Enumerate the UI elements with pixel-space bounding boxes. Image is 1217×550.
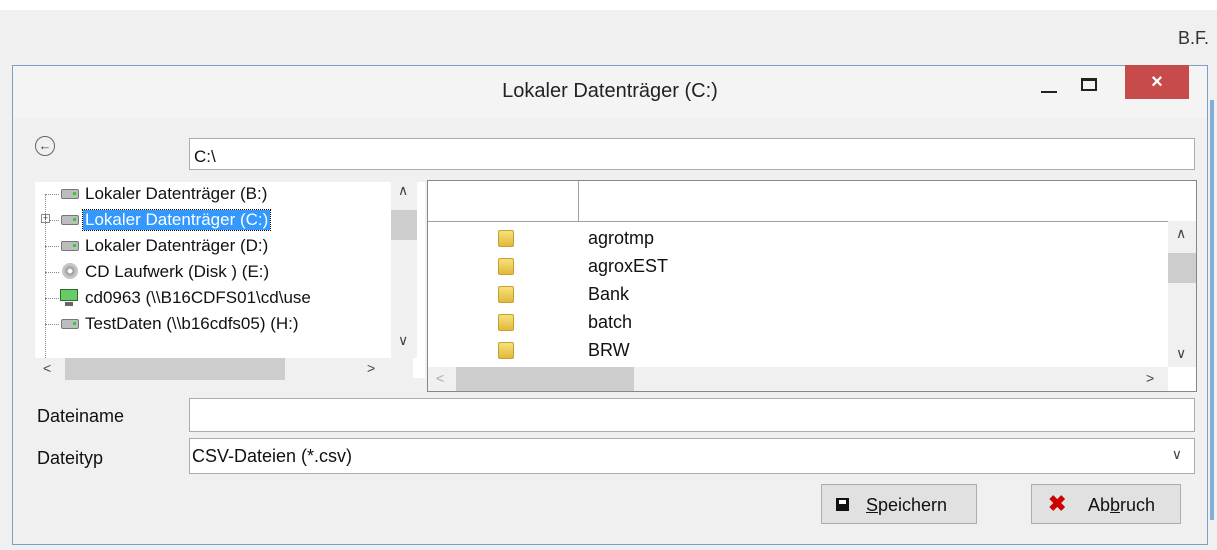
tree-item-drive-c[interactable]: + Lokaler Datenträger (C:) <box>35 208 395 234</box>
floppy-disk-icon <box>836 498 849 511</box>
tree-scroll-thumb[interactable] <box>391 210 417 240</box>
tree-item-drive-d[interactable]: Lokaler Datenträger (D:) <box>35 234 395 260</box>
path-input[interactable]: C:\ <box>189 138 1195 170</box>
tree-item-network-drive[interactable]: cd0963 (\\B16CDFS01\cd\use <box>35 286 395 312</box>
scroll-left-icon[interactable]: < <box>43 360 51 376</box>
save-button[interactable]: Speichern <box>821 484 977 524</box>
drive-tree[interactable]: Lokaler Datenträger (B:) + Lokaler Daten… <box>35 182 425 378</box>
filename-label: Dateiname <box>37 406 125 426</box>
list-item[interactable]: Bank <box>428 281 1158 309</box>
back-icon[interactable]: ← <box>35 136 55 156</box>
cd-drive-icon <box>62 263 78 279</box>
close-icon: × <box>1151 71 1163 93</box>
tree-item-label: TestDaten (\\b16cdfs05) (H:) <box>85 314 299 333</box>
drive-icon <box>61 215 79 225</box>
list-vertical-scrollbar[interactable]: ∧ ∨ <box>1168 221 1196 367</box>
filetype-select[interactable]: CSV-Dateien (*.csv) ∨ <box>189 438 1195 474</box>
tree-item-label: Lokaler Datenträger (C:) <box>81 209 272 231</box>
scroll-down-icon[interactable]: ∨ <box>1176 345 1186 362</box>
tree-item-label: cd0963 (\\B16CDFS01\cd\use <box>85 288 311 307</box>
tree-item-label: Lokaler Datenträger (B:) <box>85 184 268 203</box>
save-file-dialog: Lokaler Datenträger (C:) × ← C:\ Lokaler… <box>12 65 1208 545</box>
tree-item-label: Lokaler Datenträger (D:) <box>85 236 269 255</box>
expand-icon[interactable]: + <box>41 214 50 223</box>
tree-hscroll-thumb[interactable] <box>65 358 285 380</box>
background-user-label: B.F. <box>1177 28 1209 48</box>
chevron-down-icon[interactable]: ∨ <box>1172 446 1182 463</box>
maximize-button[interactable] <box>1069 74 1109 100</box>
tree-item-cd-drive-e[interactable]: CD Laufwerk (Disk ) (E:) <box>35 260 395 286</box>
scroll-down-icon[interactable]: ∨ <box>398 332 408 349</box>
maximize-icon <box>1081 78 1097 91</box>
column-header-icon[interactable] <box>428 181 579 221</box>
folder-icon <box>498 230 514 247</box>
folder-icon <box>498 258 514 275</box>
list-item[interactable]: BRW <box>428 337 1158 365</box>
list-scroll-thumb[interactable] <box>1168 253 1196 283</box>
tree-horizontal-scrollbar[interactable]: < > <box>35 358 413 380</box>
tree-vertical-scrollbar[interactable]: ∧ ∨ <box>391 182 417 358</box>
list-item[interactable]: agrotmp <box>428 225 1158 253</box>
filename-input[interactable] <box>189 398 1195 432</box>
cancel-button[interactable]: ✖ Abbruch <box>1031 484 1181 524</box>
drive-icon <box>61 319 79 329</box>
scroll-up-icon[interactable]: ∧ <box>1176 225 1186 242</box>
dialog-title: Lokaler Datenträger (C:) <box>502 80 718 102</box>
tree-item-drive-h[interactable]: TestDaten (\\b16cdfs05) (H:) <box>35 312 395 338</box>
drive-icon <box>61 241 79 251</box>
title-bar: Lokaler Datenträger (C:) × <box>13 65 1207 118</box>
filetype-label: Dateityp <box>37 448 104 468</box>
scroll-right-icon[interactable]: > <box>1146 370 1154 386</box>
top-strip <box>0 0 1217 10</box>
list-horizontal-scrollbar[interactable]: < > <box>428 367 1168 391</box>
folder-icon <box>498 286 514 303</box>
network-drive-icon <box>60 289 78 306</box>
cancel-button-label: Abbruch <box>1088 495 1156 515</box>
list-item[interactable]: agroxEST <box>428 253 1158 281</box>
tree-item-drive-b[interactable]: Lokaler Datenträger (B:) <box>35 182 395 208</box>
minimize-icon <box>1041 91 1057 93</box>
minimize-button[interactable] <box>1033 74 1067 100</box>
file-list[interactable]: agrotmp agroxEST Bank batch BRW ∧ ∨ < > <box>427 180 1197 392</box>
filetype-value: CSV-Dateien (*.csv) <box>192 446 353 466</box>
scroll-up-icon[interactable]: ∧ <box>398 182 408 199</box>
scroll-left-icon[interactable]: < <box>436 370 444 386</box>
drive-icon <box>61 189 79 199</box>
folder-icon <box>498 314 514 331</box>
close-button[interactable]: × <box>1125 65 1189 99</box>
background-window-edge <box>1210 100 1214 520</box>
list-header <box>428 181 1196 222</box>
scroll-right-icon[interactable]: > <box>367 360 375 376</box>
list-hscroll-thumb[interactable] <box>456 367 634 391</box>
folder-icon <box>498 342 514 359</box>
cancel-x-icon: ✖ <box>1048 491 1067 516</box>
tree-item-label: CD Laufwerk (Disk ) (E:) <box>85 262 270 281</box>
save-button-label: Speichern <box>866 495 948 515</box>
list-item[interactable]: batch <box>428 309 1158 337</box>
